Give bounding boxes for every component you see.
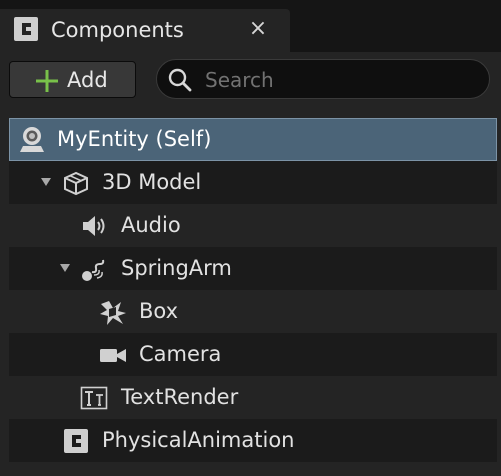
search-icon xyxy=(168,68,192,92)
tree-item-box[interactable]: Box xyxy=(9,290,497,333)
components-panel: Add MyEntity (Self) xyxy=(0,52,501,476)
tree-item-label: 3D Model xyxy=(102,170,202,194)
entity-icon xyxy=(20,127,44,152)
chevron-down-icon[interactable] xyxy=(59,262,71,274)
tree-item-physicalanimation[interactable]: PhysicalAnimation xyxy=(9,419,497,462)
camera-icon xyxy=(100,349,126,362)
tab-title: Components xyxy=(51,18,184,42)
tree-item-label: PhysicalAnimation xyxy=(102,428,295,452)
toolbar: Add xyxy=(0,52,501,110)
text-render-icon xyxy=(80,386,108,410)
tab-components[interactable]: Components × xyxy=(0,9,290,52)
box-model-icon xyxy=(64,171,88,196)
tree-item-label: Box xyxy=(139,299,179,323)
tree-item-label: Audio xyxy=(121,213,181,237)
tree-item-myentity[interactable]: MyEntity (Self) xyxy=(9,118,497,161)
tree-item-3d-model[interactable]: 3D Model xyxy=(9,161,497,204)
tree-item-label: Camera xyxy=(139,342,222,366)
add-button-label: Add xyxy=(67,68,108,92)
plus-icon xyxy=(36,70,58,92)
component-icon xyxy=(14,17,38,41)
chevron-down-icon[interactable] xyxy=(40,176,52,188)
tree-item-label: TextRender xyxy=(121,385,239,409)
tree-item-textrender[interactable]: TextRender xyxy=(9,376,497,419)
tab-bar: Components × xyxy=(0,0,501,52)
speaker-icon xyxy=(83,216,105,236)
component-icon xyxy=(64,429,88,453)
tree-item-label: MyEntity (Self) xyxy=(57,127,212,151)
close-icon[interactable]: × xyxy=(247,15,269,43)
box-collision-icon xyxy=(100,301,126,325)
tree-item-audio[interactable]: Audio xyxy=(9,204,497,247)
tree-item-springarm[interactable]: SpringArm xyxy=(9,247,497,290)
search-input[interactable] xyxy=(203,64,477,96)
add-component-button[interactable]: Add xyxy=(9,61,136,98)
component-tree: MyEntity (Self) 3D Model Audio SpringArm… xyxy=(9,118,497,476)
spring-arm-icon xyxy=(82,259,105,281)
tree-item-label: SpringArm xyxy=(121,256,232,280)
tree-item-camera[interactable]: Camera xyxy=(9,333,497,376)
search-box[interactable] xyxy=(156,59,490,99)
